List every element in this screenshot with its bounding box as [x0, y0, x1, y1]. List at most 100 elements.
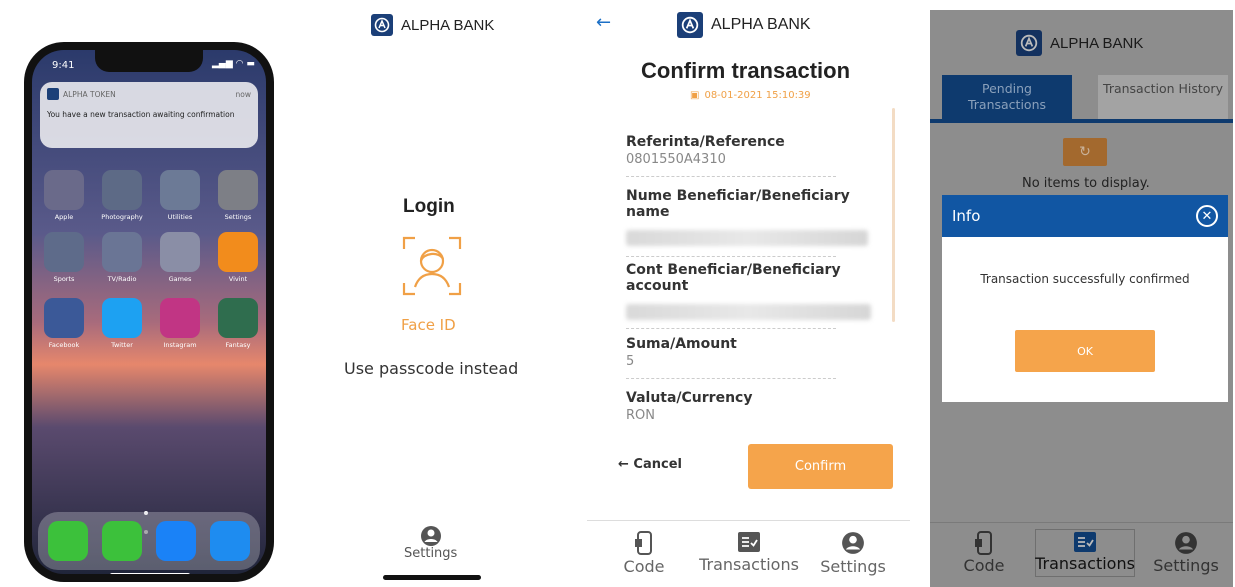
- use-passcode-link[interactable]: Use passcode instead: [344, 359, 518, 378]
- transaction-date-text: 08-01-2021 15:10:39: [704, 90, 811, 101]
- status-time: 9:41: [52, 60, 75, 71]
- app-label: Games: [168, 275, 192, 283]
- field-label: Referinta/Reference: [626, 134, 785, 150]
- alpha-bank-logo-icon: [371, 14, 393, 36]
- user-circle-icon: [818, 531, 888, 559]
- blurred-value: [626, 230, 868, 246]
- nav-code[interactable]: Code: [958, 531, 1010, 575]
- app-icon-instagram[interactable]: [160, 298, 200, 338]
- home-screen: 9:41 ▂▄▆ ◠ ▬ ALPHA TOKEN now You have a …: [32, 50, 266, 574]
- alpha-bank-header: ALPHA BANK: [371, 14, 494, 36]
- nav-settings-label: Settings: [1153, 556, 1219, 575]
- info-dialog: Info ✕ Transaction successfully confirme…: [942, 195, 1228, 402]
- nav-code[interactable]: Code: [618, 531, 670, 576]
- bank-name: ALPHA BANK: [1050, 34, 1144, 52]
- field-value: 5: [626, 354, 635, 369]
- nav-settings[interactable]: Settings: [818, 531, 888, 576]
- nav-settings[interactable]: Settings: [1150, 531, 1222, 575]
- app-icon-vivint[interactable]: [218, 232, 258, 272]
- alpha-bank-logo-icon: [677, 12, 703, 38]
- app-icon-settings[interactable]: [218, 170, 258, 210]
- tab-transaction-history[interactable]: Transaction History: [1098, 75, 1228, 119]
- field-value: RON: [626, 408, 655, 423]
- nav-code-label: Code: [623, 557, 665, 576]
- ok-button[interactable]: OK: [1015, 330, 1155, 372]
- blurred-value: [626, 304, 871, 320]
- field-amount: Suma/Amount 5: [626, 336, 871, 379]
- nav-divider: [587, 520, 910, 521]
- dialog-title: Info: [952, 207, 981, 225]
- mobile-token-icon: [618, 531, 670, 559]
- app-label: Utilities: [167, 213, 193, 221]
- alpha-bank-logo-icon: [1016, 30, 1042, 56]
- alpha-token-app-icon: [47, 88, 59, 100]
- safari-icon[interactable]: [210, 521, 250, 561]
- phone-notch: [95, 50, 203, 72]
- field-label: Cont Beneficiar/Beneficiary account: [626, 262, 841, 294]
- refresh-icon[interactable]: ↻: [1063, 138, 1107, 166]
- app-icon-utilities[interactable]: [160, 170, 200, 210]
- mail-icon[interactable]: [156, 521, 196, 561]
- field-beneficiary-account: Cont Beneficiar/Beneficiary account: [626, 262, 871, 329]
- home-indicator: [383, 575, 481, 580]
- field-currency: Valuta/Currency RON: [626, 390, 871, 423]
- scrollbar[interactable]: [892, 108, 895, 322]
- signal-wifi-battery-icon: ▂▄▆ ◠ ▬: [212, 59, 255, 69]
- user-circle-icon: [1150, 531, 1222, 559]
- app-label: Fantasy: [225, 341, 251, 349]
- cancel-button[interactable]: ← Cancel: [618, 457, 682, 472]
- app-label: Sports: [53, 275, 75, 283]
- push-notification[interactable]: ALPHA TOKEN now You have a new transacti…: [40, 82, 258, 148]
- app-label: Facebook: [48, 341, 80, 349]
- app-icon-tvradio[interactable]: [102, 232, 142, 272]
- app-label: TV/Radio: [107, 275, 137, 283]
- app-icon-fantasy[interactable]: [218, 298, 258, 338]
- nav-settings-label: Settings: [820, 557, 886, 576]
- mobile-token-icon: [958, 531, 1010, 559]
- app-icon-games[interactable]: [160, 232, 200, 272]
- home-indicator: [110, 573, 190, 574]
- app-label: Apple: [54, 213, 74, 221]
- field-label: Nume Beneficiar/Beneficiary name: [626, 188, 850, 220]
- transaction-date: ▣ 08-01-2021 15:10:39: [690, 90, 811, 101]
- back-arrow-icon[interactable]: ←: [596, 12, 611, 33]
- app-label: Twitter: [111, 341, 133, 349]
- app-icon-twitter[interactable]: [102, 298, 142, 338]
- nav-code-label: Code: [963, 556, 1005, 575]
- messages-icon[interactable]: [102, 521, 142, 561]
- app-label: Photography: [101, 213, 143, 221]
- face-id-label[interactable]: Face ID: [401, 316, 456, 334]
- alpha-bank-header: ALPHA BANK: [677, 12, 811, 38]
- face-id-icon[interactable]: [401, 235, 463, 301]
- field-label: Valuta/Currency: [626, 390, 753, 406]
- tab-pending-transactions[interactable]: Pending Transactions: [942, 75, 1072, 121]
- phone-icon[interactable]: [48, 521, 88, 561]
- app-icon-sports[interactable]: [44, 232, 84, 272]
- alpha-bank-header: ALPHA BANK: [1016, 30, 1143, 56]
- dialog-header: Info ✕: [942, 195, 1228, 237]
- nav-transactions[interactable]: Transactions: [696, 531, 802, 574]
- settings-label[interactable]: Settings: [404, 546, 457, 561]
- nav-transactions-label: Transactions: [1035, 554, 1135, 573]
- app-icon-photography[interactable]: [102, 170, 142, 210]
- iphone-device: 9:41 ▂▄▆ ◠ ▬ ALPHA TOKEN now You have a …: [24, 42, 274, 582]
- transactions-icon: [696, 531, 802, 557]
- dialog-message: Transaction successfully confirmed: [980, 272, 1190, 286]
- field-reference: Referinta/Reference 0801550A4310: [626, 134, 881, 177]
- nav-divider: [930, 522, 1233, 523]
- field-label: Suma/Amount: [626, 336, 737, 352]
- notification-app-name: ALPHA TOKEN: [63, 89, 116, 99]
- notification-time: now: [235, 89, 251, 99]
- page-title: Confirm transaction: [641, 58, 851, 83]
- field-value: 0801550A4310: [626, 152, 726, 167]
- nav-transactions[interactable]: Transactions: [1035, 531, 1135, 573]
- close-icon[interactable]: ✕: [1196, 205, 1218, 227]
- field-beneficiary-name: Nume Beneficiar/Beneficiary name: [626, 188, 871, 257]
- app-label: Settings: [224, 213, 252, 221]
- bank-name: ALPHA BANK: [711, 16, 811, 33]
- app-icon-apple[interactable]: [44, 170, 84, 210]
- confirm-button[interactable]: Confirm: [748, 444, 893, 489]
- app-icon-facebook[interactable]: [44, 298, 84, 338]
- app-label: Vivint: [228, 275, 248, 283]
- calendar-icon: ▣: [690, 90, 700, 101]
